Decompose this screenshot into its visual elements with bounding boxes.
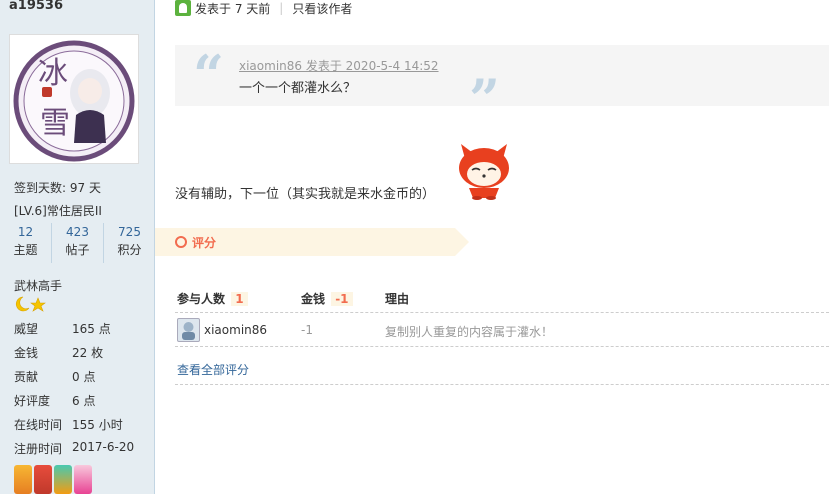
prop-key: 在线时间 xyxy=(14,418,63,432)
divider xyxy=(175,384,829,385)
prop-register-date: 注册时间 2017-6-20 xyxy=(14,440,134,457)
prop-value: 22 枚 xyxy=(72,346,104,360)
post-body-text: 没有辅助，下一位（其实我就是来水金币的） xyxy=(175,187,436,202)
prop-prestige: 威望 165 点 xyxy=(14,320,111,337)
prop-key: 贡献 xyxy=(14,370,39,384)
user-group-title[interactable]: 武林高手 xyxy=(14,277,62,294)
prop-key: 金钱 xyxy=(14,346,39,360)
moon-icon xyxy=(15,296,30,312)
rater-username[interactable]: xiaomin86 xyxy=(204,323,267,337)
rating-label: 评分 xyxy=(192,236,217,250)
rater-reason: 复制别人重复的内容属于灌水！ xyxy=(385,325,554,339)
count-posts[interactable]: 423 帖子 xyxy=(52,223,104,263)
count-threads-label: 主题 xyxy=(13,243,38,257)
reason-header: 理由 xyxy=(385,292,410,306)
participants-label: 参与人数 xyxy=(177,292,226,306)
medal-icon[interactable] xyxy=(34,465,52,494)
view-all-ratings-link[interactable]: 查看全部评分 xyxy=(177,361,249,378)
post-time: 发表于 7 天前 xyxy=(195,1,271,16)
author-only-link[interactable]: 只看该作者 xyxy=(292,0,352,17)
level-stars xyxy=(14,296,48,315)
avatar-char-1: 冰 xyxy=(38,56,68,91)
rating-table-header: 参与人数 1 金钱 -1 理由 xyxy=(175,283,829,313)
star-icon xyxy=(30,297,46,312)
rating-row: xiaomin86 -1 复制别人重复的内容属于灌水！ xyxy=(175,313,829,347)
medal-icon[interactable] xyxy=(74,465,92,494)
count-posts-num[interactable]: 423 xyxy=(52,223,103,241)
prop-key: 好评度 xyxy=(14,394,51,408)
quote-open-icon: “ xyxy=(193,43,225,107)
prop-value: 155 小时 xyxy=(72,418,123,432)
count-threads[interactable]: 12 主题 xyxy=(0,223,52,263)
prop-key: 威望 xyxy=(14,322,39,336)
rating-header: 评分 xyxy=(155,228,469,256)
author-username[interactable]: a19536 xyxy=(9,0,63,13)
online-icon xyxy=(175,0,191,16)
participants-header: 参与人数 1 xyxy=(177,290,248,307)
prop-contribution: 贡献 0 点 xyxy=(14,368,95,385)
quote-block: “ xiaomin86 发表于 2020-5-4 14:52 一个一个都灌水么？… xyxy=(175,43,829,129)
prop-value: 0 点 xyxy=(72,370,96,384)
rater-avatar[interactable] xyxy=(177,318,200,342)
quote-meta-link[interactable]: xiaomin86 发表于 2020-5-4 14:52 xyxy=(239,57,439,74)
rating-table: 参与人数 1 金钱 -1 理由 xiaomin86 -1 复制别人重复的内容属于… xyxy=(175,283,829,377)
post-content: 发表于 7 天前 | 只看该作者 “ xiaomin86 发表于 2020-5-… xyxy=(155,0,829,494)
prop-rating: 好评度 6 点 xyxy=(14,392,95,409)
money-total: -1 xyxy=(331,292,353,306)
prop-value: 165 点 xyxy=(72,322,111,336)
avatar-char-2: 雪 xyxy=(40,106,70,141)
quote-text: 一个一个都灌水么？ xyxy=(239,81,357,96)
prop-value: 6 点 xyxy=(72,394,96,408)
emoticon-fox-icon xyxy=(455,140,513,200)
rater-money: -1 xyxy=(301,323,313,337)
rate-icon xyxy=(175,236,187,248)
post-meta: 发表于 7 天前 | 只看该作者 xyxy=(175,0,352,16)
medal-icon[interactable] xyxy=(54,465,72,494)
author-sidebar: a19536 冰 雪 签到天数: 97 天 [LV.6]常住居民II 12 主题… xyxy=(0,0,155,494)
count-points-label: 积分 xyxy=(117,243,142,257)
quote-close-icon: ” xyxy=(469,67,501,131)
prop-online-time: 在线时间 155 小时 xyxy=(14,416,123,433)
count-posts-label: 帖子 xyxy=(65,243,90,257)
user-level[interactable]: [LV.6]常住居民II xyxy=(14,202,102,219)
prop-key: 注册时间 xyxy=(14,442,63,456)
avatar-image: 冰 雪 xyxy=(13,40,135,162)
medal-list xyxy=(14,465,92,494)
checkin-days: 签到天数: 97 天 xyxy=(14,181,101,195)
count-points[interactable]: 725 积分 xyxy=(104,223,155,263)
prop-value: 2017-6-20 xyxy=(72,440,135,454)
money-label: 金钱 xyxy=(301,292,326,306)
count-points-num[interactable]: 725 xyxy=(104,223,155,241)
divider: | xyxy=(279,1,284,15)
post-counts: 12 主题 423 帖子 725 积分 xyxy=(0,223,155,263)
participants-count: 1 xyxy=(231,292,248,306)
money-header: 金钱 -1 xyxy=(301,290,353,307)
count-threads-num[interactable]: 12 xyxy=(0,223,51,241)
author-avatar[interactable]: 冰 雪 xyxy=(9,34,139,164)
medal-icon[interactable] xyxy=(14,465,32,494)
prop-money: 金钱 22 枚 xyxy=(14,344,103,361)
